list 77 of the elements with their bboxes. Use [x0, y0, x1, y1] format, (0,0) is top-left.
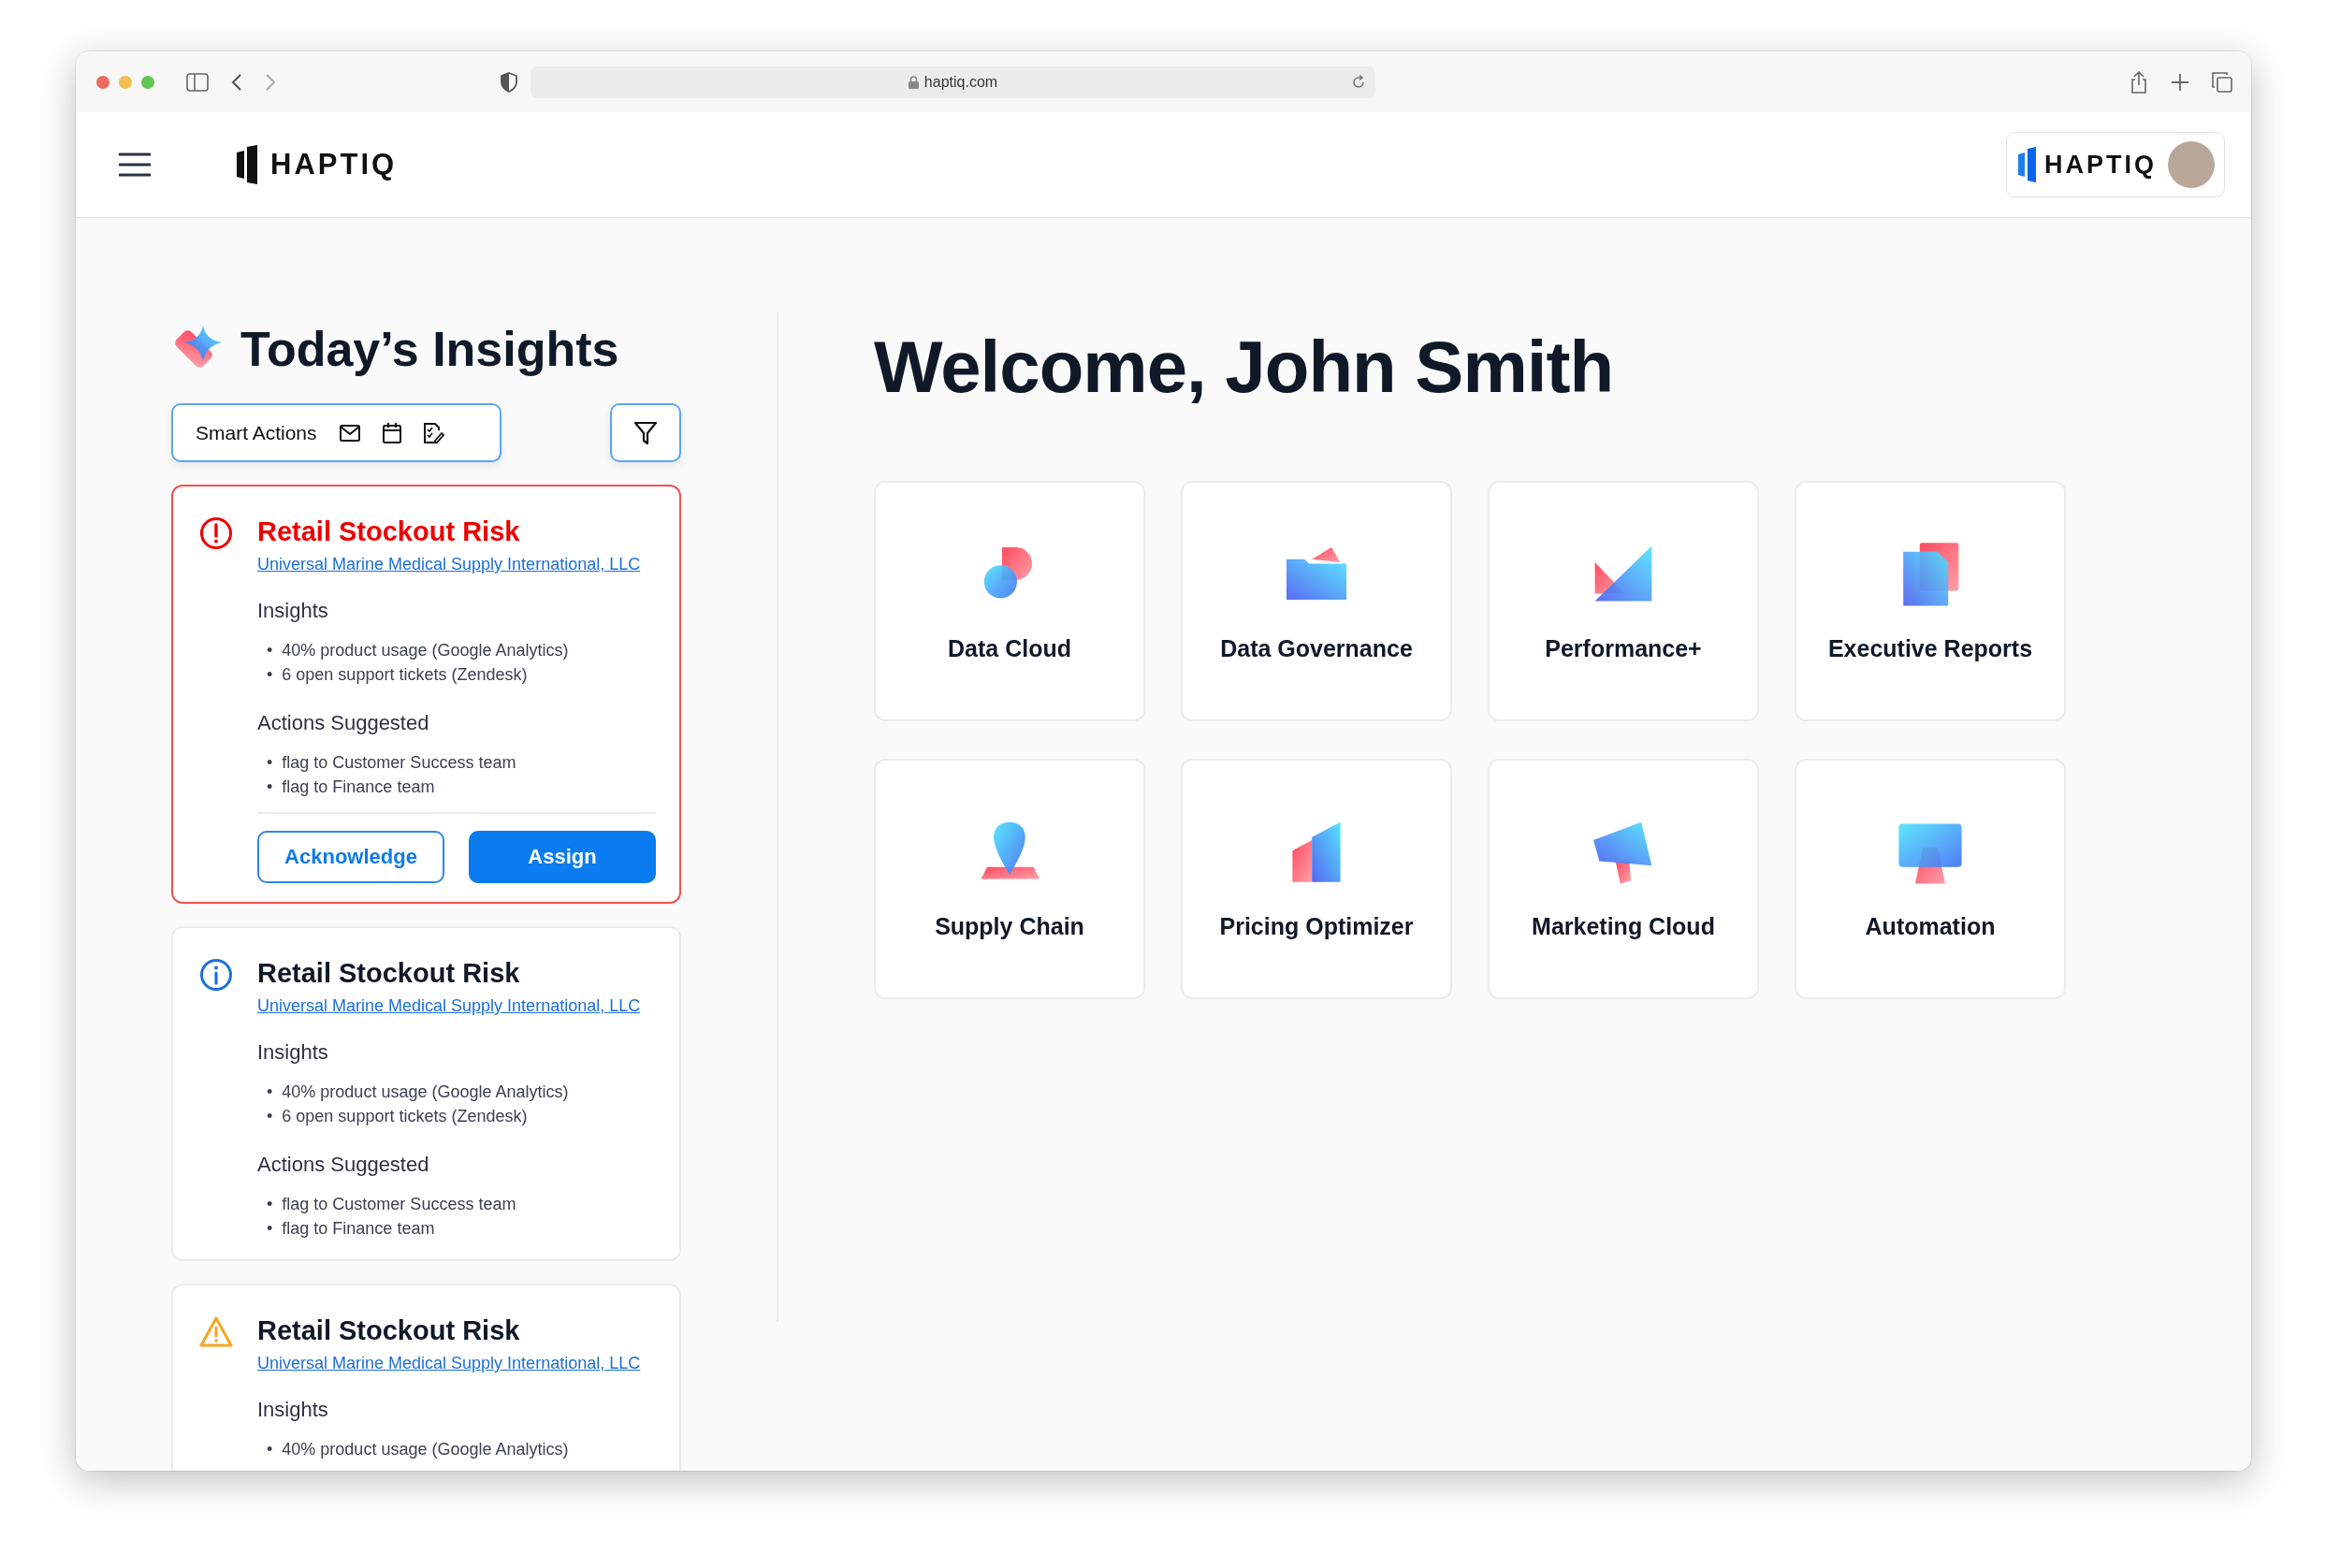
address-bar[interactable]: haptiq.com [531, 65, 1375, 98]
bullet-marker: • [267, 752, 273, 774]
back-icon[interactable] [231, 72, 242, 92]
app-tile[interactable]: Marketing Cloud [1488, 759, 1759, 999]
bullet-marker: • [267, 1194, 273, 1215]
lock-icon [908, 75, 919, 89]
company-link[interactable]: Universal Marine Medical Supply International, LLC [257, 555, 656, 574]
tile-label: Marketing Cloud [1532, 913, 1715, 940]
app-tile[interactable]: Performance+ [1488, 481, 1759, 721]
edit-checklist-icon[interactable] [423, 422, 444, 443]
app-tile[interactable]: Supply Chain [874, 759, 1145, 999]
assign-button[interactable]: Assign [469, 831, 656, 883]
share-icon[interactable] [2130, 70, 2148, 94]
company-link[interactable]: Universal Marine Medical Supply International, LLC [257, 996, 655, 1016]
calendar-icon[interactable] [382, 422, 401, 443]
tile-label: Executive Reports [1827, 635, 2033, 662]
tabs-icon[interactable] [2212, 71, 2232, 93]
list-item: flag to Finance team [282, 1218, 435, 1240]
bullet-marker: • [267, 1218, 273, 1240]
app-tile[interactable]: Automation [1795, 759, 2066, 999]
list-item: 40% product usage (Google Analytics) [282, 1439, 569, 1460]
app-tile[interactable]: Data Governance [1181, 481, 1452, 721]
url-text: haptiq.com [923, 73, 998, 91]
card-title: Retail Stockout Risk [257, 516, 521, 547]
tile-label: Supply Chain [935, 913, 1084, 940]
list-item: 40% product usage (Google Analytics) [282, 1082, 569, 1103]
bullet-marker: • [267, 664, 273, 686]
section-heading: Insights [257, 599, 329, 623]
tile-label: Data Governance [1220, 635, 1413, 662]
list-item: 6 open support tickets (Zendesk) [282, 1106, 528, 1127]
logo-mark-icon [2018, 147, 2037, 182]
logo-text: HAPTIQ [270, 148, 398, 181]
list-item: 40% product usage (Google Analytics) [282, 640, 569, 661]
company-link[interactable]: Universal Marine Medical Supply International, LLC [257, 1354, 655, 1373]
warning-icon [199, 1315, 233, 1349]
app-tile[interactable]: Executive Reports [1795, 481, 2066, 721]
logo-mark-icon [237, 145, 259, 184]
menu-button[interactable] [119, 152, 151, 177]
plus-icon[interactable] [2171, 72, 2189, 92]
section-heading: Actions Suggested [257, 711, 430, 735]
filter-icon [634, 420, 657, 445]
section-title: Today’s Insights [240, 321, 619, 377]
bullet-marker: • [267, 1082, 273, 1103]
list-item: 6 open support tickets (Zendesk) [282, 664, 528, 686]
mail-icon[interactable] [339, 424, 360, 442]
tile-label: Performance+ [1545, 635, 1702, 662]
section-heading: Insights [257, 1398, 329, 1422]
section-heading: Actions Suggested [257, 1153, 430, 1177]
account-button[interactable]: HAPTIQ [2006, 132, 2225, 197]
sidebar-icon[interactable] [186, 72, 209, 92]
shield-icon [501, 71, 517, 93]
welcome-heading: Welcome, John Smith [874, 325, 1615, 410]
acknowledge-button[interactable]: Acknowledge [257, 831, 444, 883]
bullet-marker: • [267, 777, 273, 798]
alert-icon [199, 516, 233, 550]
card-title: Retail Stockout Risk [257, 1315, 521, 1346]
info-icon [199, 958, 233, 992]
bullet-marker: • [267, 640, 273, 661]
tile-label: Data Cloud [948, 635, 1071, 662]
section-heading: Insights [257, 1040, 329, 1065]
list-item: flag to Customer Success team [282, 1194, 516, 1215]
reload-icon[interactable] [1351, 74, 1366, 90]
filter-button[interactable] [610, 403, 681, 462]
bullet-marker: • [267, 1106, 273, 1127]
list-item: flag to Customer Success team [282, 752, 516, 774]
menu-icon [119, 152, 151, 177]
card-title: Retail Stockout Risk [257, 958, 521, 989]
tile-label: Pricing Optimizer [1219, 913, 1414, 940]
app-tile[interactable]: Data Cloud [874, 481, 1145, 721]
avatar [2168, 141, 2215, 188]
tile-label: Automation [1865, 913, 1996, 940]
app-tile[interactable]: Pricing Optimizer [1181, 759, 1452, 999]
window-control-button[interactable] [96, 75, 109, 89]
list-item: flag to Finance team [282, 777, 435, 798]
smart-actions-label: Smart Actions [196, 421, 317, 444]
logo-text: HAPTIQ [2044, 150, 2157, 180]
bullet-marker: • [267, 1439, 273, 1460]
